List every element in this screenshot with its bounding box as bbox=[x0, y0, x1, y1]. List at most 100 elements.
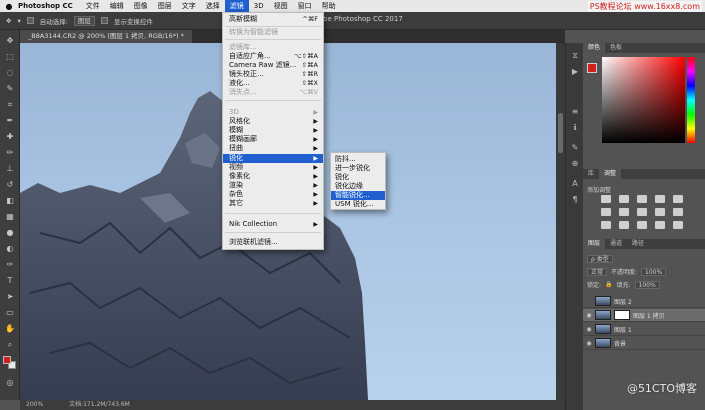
gradient-map-icon[interactable] bbox=[655, 221, 665, 229]
actions-icon[interactable]: ▶ bbox=[570, 67, 580, 77]
brush-settings-icon[interactable]: ✎ bbox=[570, 143, 580, 153]
zoom-level[interactable]: 200% bbox=[26, 401, 43, 408]
menu-item-distort[interactable]: 扭曲 ▶ bbox=[223, 144, 323, 153]
layer-mask-thumbnail[interactable] bbox=[614, 310, 630, 320]
menu-filter[interactable]: 滤镜 bbox=[224, 0, 249, 12]
document-tab[interactable]: _B8A3144.CR2 @ 200% (图层 1 拷贝, RGB/16*) * bbox=[20, 30, 192, 43]
menu-item-blur-gallery[interactable]: 模糊画廊 ▶ bbox=[223, 135, 323, 144]
posterize-icon[interactable] bbox=[619, 221, 629, 229]
layer-name[interactable]: 背景 bbox=[614, 339, 626, 348]
type-tool-icon[interactable]: T bbox=[5, 276, 15, 286]
layer-name[interactable]: 图层 1 拷贝 bbox=[633, 311, 665, 320]
tab-color[interactable]: 颜色 bbox=[583, 43, 606, 53]
eraser-tool-icon[interactable]: ◧ bbox=[5, 196, 15, 206]
eye-icon[interactable]: ◉ bbox=[583, 340, 595, 347]
character-icon[interactable]: A bbox=[570, 179, 580, 189]
brightness-contrast-icon[interactable] bbox=[601, 195, 611, 203]
info-icon[interactable]: ℹ bbox=[570, 123, 580, 133]
clone-source-icon[interactable]: ⊕ bbox=[570, 159, 580, 169]
canvas-vertical-scrollbar[interactable] bbox=[556, 43, 565, 400]
color-balance-icon[interactable] bbox=[619, 208, 629, 216]
fill-input[interactable]: 100% bbox=[634, 280, 660, 289]
move-tool-icon[interactable]: ✥ bbox=[6, 17, 11, 25]
hue-slider[interactable] bbox=[687, 57, 695, 143]
tab-adjustments[interactable]: 调整 bbox=[599, 169, 622, 179]
brush-tool-icon[interactable]: ✏ bbox=[5, 148, 15, 158]
layer-row[interactable]: ◉ 背景 bbox=[583, 337, 705, 350]
clone-stamp-tool-icon[interactable]: ⊥ bbox=[5, 164, 15, 174]
menu-item-nik-collection[interactable]: Nik Collection ▶ bbox=[223, 220, 323, 229]
levels-icon[interactable] bbox=[619, 195, 629, 203]
menu-layer[interactable]: 图层 bbox=[153, 0, 177, 12]
path-select-tool-icon[interactable]: ➤ bbox=[5, 292, 15, 302]
scrollbar-thumb[interactable] bbox=[558, 113, 563, 153]
hue-saturation-icon[interactable] bbox=[601, 208, 611, 216]
menu-item-blur[interactable]: 模糊 ▶ bbox=[223, 126, 323, 135]
auto-select-checkbox[interactable] bbox=[26, 17, 34, 24]
submenu-item-sharpen-edges[interactable]: 锐化边缘 bbox=[331, 182, 385, 191]
submenu-item-sharpen[interactable]: 锐化 bbox=[331, 173, 385, 182]
menu-item-sharpen[interactable]: 锐化 ▶ bbox=[223, 154, 323, 163]
menu-item-stylize[interactable]: 风格化 ▶ bbox=[223, 117, 323, 126]
panel-foreground-swatch[interactable] bbox=[587, 63, 597, 73]
lock-icon[interactable]: 🔒 bbox=[605, 281, 612, 288]
quick-select-tool-icon[interactable]: ✎ bbox=[5, 84, 15, 94]
apple-icon[interactable]: ● bbox=[0, 2, 18, 11]
menu-image[interactable]: 图像 bbox=[129, 0, 153, 12]
menu-item-pixelate[interactable]: 像素化 ▶ bbox=[223, 172, 323, 181]
menu-item-camera-raw[interactable]: Camera Raw 滤镜... ⇧⌘A bbox=[223, 61, 323, 70]
properties-icon[interactable]: ≡ bbox=[570, 107, 580, 117]
threshold-icon[interactable] bbox=[637, 221, 647, 229]
menu-help[interactable]: 帮助 bbox=[317, 0, 341, 12]
app-name-menu[interactable]: Photoshop CC bbox=[18, 2, 73, 10]
photo-filter-icon[interactable] bbox=[655, 208, 665, 216]
exposure-icon[interactable] bbox=[655, 195, 665, 203]
foreground-color-swatch[interactable] bbox=[3, 356, 11, 364]
selective-color-icon[interactable] bbox=[673, 221, 683, 229]
blend-mode-select[interactable]: 正常 bbox=[587, 267, 608, 276]
blur-tool-icon[interactable]: ● bbox=[5, 228, 15, 238]
paragraph-icon[interactable]: ¶ bbox=[570, 195, 580, 205]
menu-select[interactable]: 选择 bbox=[201, 0, 225, 12]
vibrance-icon[interactable] bbox=[673, 195, 683, 203]
menu-item-adaptive-wide-angle[interactable]: 自适应广角... ⌥⇧⌘A bbox=[223, 52, 323, 61]
color-picker-field[interactable] bbox=[602, 57, 685, 143]
crop-tool-icon[interactable]: ⌗ bbox=[5, 100, 15, 110]
tab-paths[interactable]: 路径 bbox=[627, 239, 649, 249]
layer-row[interactable]: ◉ 图层 1 bbox=[583, 323, 705, 336]
quick-mask-icon[interactable]: ◎ bbox=[5, 378, 15, 388]
history-brush-tool-icon[interactable]: ↺ bbox=[5, 180, 15, 190]
layer-kind-filter[interactable]: ρ 类型 bbox=[587, 254, 613, 263]
layer-name[interactable]: 图层 2 bbox=[614, 297, 632, 306]
layer-name[interactable]: 图层 1 bbox=[614, 325, 632, 334]
layer-row[interactable]: 图层 2 bbox=[583, 295, 705, 308]
zoom-tool-icon[interactable]: ⌕ bbox=[5, 340, 15, 350]
hand-tool-icon[interactable]: ✋ bbox=[5, 324, 15, 334]
menu-window[interactable]: 窗口 bbox=[293, 0, 317, 12]
rectangle-tool-icon[interactable]: ▭ bbox=[5, 308, 15, 318]
menu-3d[interactable]: 3D bbox=[249, 0, 269, 12]
marquee-tool-icon[interactable]: ⬚ bbox=[5, 52, 15, 62]
move-tool-icon[interactable]: ✥ bbox=[5, 36, 15, 46]
eye-icon[interactable]: ◉ bbox=[583, 326, 595, 333]
eyedropper-tool-icon[interactable]: ✒ bbox=[5, 116, 15, 126]
tool-preset-chevron-icon[interactable]: ▾ bbox=[17, 17, 20, 25]
tab-channels[interactable]: 通道 bbox=[605, 239, 627, 249]
tab-libraries[interactable]: 库 bbox=[583, 169, 599, 179]
history-icon[interactable]: ⧖ bbox=[570, 51, 580, 61]
menu-item-lens-correction[interactable]: 镜头校正... ⇧⌘R bbox=[223, 70, 323, 79]
menu-item-liquify[interactable]: 液化... ⇧⌘X bbox=[223, 79, 323, 88]
menu-item-video[interactable]: 视频 ▶ bbox=[223, 163, 323, 172]
pen-tool-icon[interactable]: ✑ bbox=[5, 260, 15, 270]
invert-icon[interactable] bbox=[601, 221, 611, 229]
black-white-icon[interactable] bbox=[637, 208, 647, 216]
layer-row-selected[interactable]: ◉ 图层 1 拷贝 bbox=[583, 309, 705, 322]
submenu-item-unsharp-mask[interactable]: USM 锐化... bbox=[331, 200, 385, 209]
gradient-tool-icon[interactable]: ▦ bbox=[5, 212, 15, 222]
show-transform-checkbox[interactable] bbox=[100, 17, 108, 24]
dodge-tool-icon[interactable]: ◐ bbox=[5, 244, 15, 254]
channel-mixer-icon[interactable] bbox=[673, 208, 683, 216]
submenu-item-smart-sharpen[interactable]: 智能锐化... bbox=[331, 191, 385, 200]
menu-view[interactable]: 视图 bbox=[269, 0, 293, 12]
menu-item-browse-filters-online[interactable]: 浏览联机滤镜... bbox=[223, 238, 323, 247]
